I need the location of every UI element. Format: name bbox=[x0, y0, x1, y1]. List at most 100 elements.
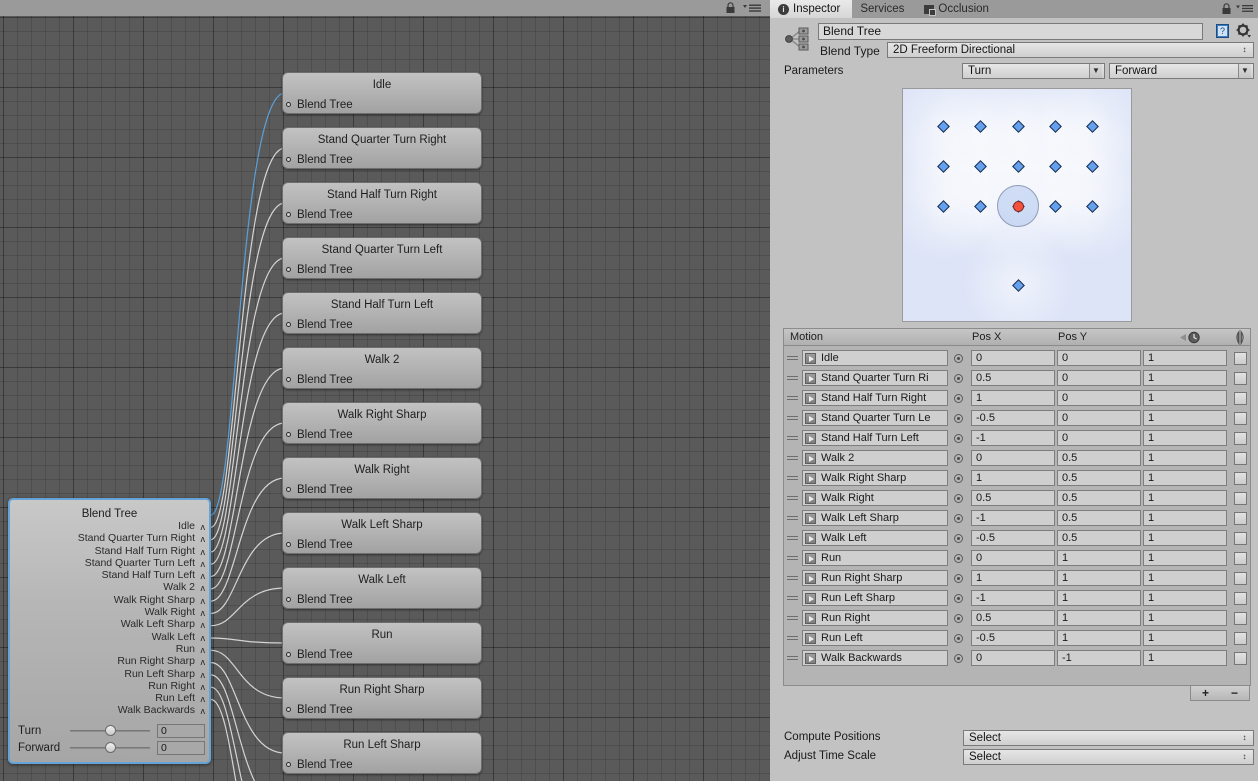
child-port-icon[interactable]: ʌ bbox=[201, 669, 206, 681]
row-drag-handle[interactable] bbox=[787, 496, 798, 500]
root-node-child-item[interactable]: Walk Right Sharp ʌ bbox=[10, 594, 209, 606]
root-node-child-item[interactable]: Run Right ʌ bbox=[10, 680, 209, 692]
pos-y-field[interactable]: 0 bbox=[1057, 390, 1141, 406]
motion-field[interactable]: Run Left Sharp bbox=[802, 590, 948, 606]
lock-icon[interactable] bbox=[725, 2, 736, 14]
pos-y-field[interactable]: 0.5 bbox=[1057, 530, 1141, 546]
root-node-child-item[interactable]: Stand Half Turn Right ʌ bbox=[10, 545, 209, 557]
mirror-checkbox[interactable] bbox=[1234, 632, 1247, 645]
object-picker-icon[interactable] bbox=[954, 634, 963, 643]
graph-node-port[interactable] bbox=[286, 707, 291, 712]
blend-graph-preview[interactable] bbox=[902, 88, 1132, 322]
pos-x-field[interactable]: 1 bbox=[971, 470, 1055, 486]
speed-field[interactable]: 1 bbox=[1143, 370, 1227, 386]
row-drag-handle[interactable] bbox=[787, 576, 798, 580]
graph-node[interactable]: Idle Blend Tree bbox=[282, 72, 482, 114]
node-edge[interactable] bbox=[210, 662, 286, 754]
motion-field[interactable]: Stand Quarter Turn Ri bbox=[802, 370, 948, 386]
speed-field[interactable]: 1 bbox=[1143, 630, 1227, 646]
object-picker-icon[interactable] bbox=[954, 474, 963, 483]
speed-field[interactable]: 1 bbox=[1143, 570, 1227, 586]
pos-x-field[interactable]: 0 bbox=[971, 550, 1055, 566]
child-port-icon[interactable]: ʌ bbox=[201, 546, 206, 558]
node-edge[interactable] bbox=[210, 257, 286, 553]
root-node-child-item[interactable]: Run Left ʌ bbox=[10, 692, 209, 704]
pos-y-field[interactable]: 1 bbox=[1057, 570, 1141, 586]
motion-field[interactable]: Walk 2 bbox=[802, 450, 948, 466]
root-param-forward-value[interactable]: 0 bbox=[157, 740, 205, 755]
pos-y-field[interactable]: 0 bbox=[1057, 410, 1141, 426]
table-row[interactable]: Stand Half Turn Left -1 0 1 bbox=[784, 428, 1250, 448]
animator-graph-canvas[interactable]: Idle Blend Tree Stand Quarter Turn Right Bl… bbox=[0, 16, 770, 781]
speed-field[interactable]: 1 bbox=[1143, 470, 1227, 486]
node-edge[interactable] bbox=[210, 637, 286, 644]
motion-field[interactable]: Walk Right bbox=[802, 490, 948, 506]
graph-node[interactable]: Walk Left Sharp Blend Tree bbox=[282, 512, 482, 554]
mirror-checkbox[interactable] bbox=[1234, 612, 1247, 625]
motion-field[interactable]: Run Right Sharp bbox=[802, 570, 948, 586]
graph-node[interactable]: Walk Right Sharp Blend Tree bbox=[282, 402, 482, 444]
mirror-checkbox[interactable] bbox=[1234, 492, 1247, 505]
graph-node[interactable]: Walk 2 Blend Tree bbox=[282, 347, 482, 389]
tab-occlusion[interactable]: Occlusion bbox=[916, 0, 1001, 18]
row-drag-handle[interactable] bbox=[787, 536, 798, 540]
table-row[interactable]: Run Left Sharp -1 1 1 bbox=[784, 588, 1250, 608]
object-picker-icon[interactable] bbox=[954, 414, 963, 423]
pos-x-field[interactable]: 0.5 bbox=[971, 370, 1055, 386]
object-picker-icon[interactable] bbox=[954, 654, 963, 663]
node-edge[interactable] bbox=[210, 422, 286, 590]
hamburger-menu-icon[interactable] bbox=[742, 3, 762, 13]
mirror-checkbox[interactable] bbox=[1234, 352, 1247, 365]
speed-field[interactable]: 1 bbox=[1143, 450, 1227, 466]
add-motion-button[interactable]: + bbox=[1202, 686, 1209, 700]
graph-node[interactable]: Walk Left Blend Tree bbox=[282, 567, 482, 609]
pos-x-field[interactable]: -1 bbox=[971, 590, 1055, 606]
parameter-y-dropdown[interactable]: Forward ▼ bbox=[1109, 63, 1254, 79]
motion-field[interactable]: Walk Right Sharp bbox=[802, 470, 948, 486]
graph-node-port[interactable] bbox=[286, 212, 291, 217]
mirror-checkbox[interactable] bbox=[1234, 592, 1247, 605]
node-edge[interactable] bbox=[210, 686, 285, 781]
node-edge[interactable] bbox=[210, 698, 285, 781]
motion-field[interactable]: Run Right bbox=[802, 610, 948, 626]
row-drag-handle[interactable] bbox=[787, 596, 798, 600]
blend-type-dropdown[interactable]: 2D Freeform Directional ↕ bbox=[887, 42, 1254, 58]
pos-x-field[interactable]: 1 bbox=[971, 390, 1055, 406]
gear-icon[interactable] bbox=[1236, 23, 1252, 39]
table-row[interactable]: Stand Quarter Turn Ri 0.5 0 1 bbox=[784, 368, 1250, 388]
graph-node[interactable]: Run Blend Tree bbox=[282, 622, 482, 664]
motion-field[interactable]: Walk Left bbox=[802, 530, 948, 546]
child-port-icon[interactable]: ʌ bbox=[201, 595, 206, 607]
root-node-child-item[interactable]: Idle ʌ bbox=[10, 520, 209, 532]
pos-x-field[interactable]: -1 bbox=[971, 430, 1055, 446]
row-drag-handle[interactable] bbox=[787, 436, 798, 440]
table-row[interactable]: Run Left -0.5 1 1 bbox=[784, 628, 1250, 648]
table-row[interactable]: Walk Right 0.5 0.5 1 bbox=[784, 488, 1250, 508]
mirror-checkbox[interactable] bbox=[1234, 412, 1247, 425]
table-row[interactable]: Stand Half Turn Right 1 0 1 bbox=[784, 388, 1250, 408]
tab-inspector[interactable]: i Inspector bbox=[770, 0, 853, 18]
node-edge[interactable] bbox=[210, 312, 286, 565]
motion-field[interactable]: Stand Quarter Turn Le bbox=[802, 410, 948, 426]
root-node-child-item[interactable]: Stand Quarter Turn Left ʌ bbox=[10, 557, 209, 569]
root-node-child-item[interactable]: Stand Half Turn Left ʌ bbox=[10, 569, 209, 581]
mirror-checkbox[interactable] bbox=[1234, 652, 1247, 665]
node-edge[interactable] bbox=[210, 92, 286, 516]
object-picker-icon[interactable] bbox=[954, 354, 963, 363]
lock-icon[interactable] bbox=[1221, 3, 1232, 15]
graph-node-port[interactable] bbox=[286, 267, 291, 272]
pos-y-field[interactable]: 1 bbox=[1057, 630, 1141, 646]
pos-y-field[interactable]: 0 bbox=[1057, 350, 1141, 366]
row-drag-handle[interactable] bbox=[787, 616, 798, 620]
graph-node-port[interactable] bbox=[286, 432, 291, 437]
graph-node-port[interactable] bbox=[286, 542, 291, 547]
object-picker-icon[interactable] bbox=[954, 514, 963, 523]
root-node-child-item[interactable]: Stand Quarter Turn Right ʌ bbox=[10, 532, 209, 544]
speed-field[interactable]: 1 bbox=[1143, 550, 1227, 566]
speed-field[interactable]: 1 bbox=[1143, 590, 1227, 606]
table-row[interactable]: Stand Quarter Turn Le -0.5 0 1 bbox=[784, 408, 1250, 428]
table-row[interactable]: Run Right 0.5 1 1 bbox=[784, 608, 1250, 628]
object-picker-icon[interactable] bbox=[954, 494, 963, 503]
mirror-checkbox[interactable] bbox=[1234, 472, 1247, 485]
motion-field[interactable]: Idle bbox=[802, 350, 948, 366]
